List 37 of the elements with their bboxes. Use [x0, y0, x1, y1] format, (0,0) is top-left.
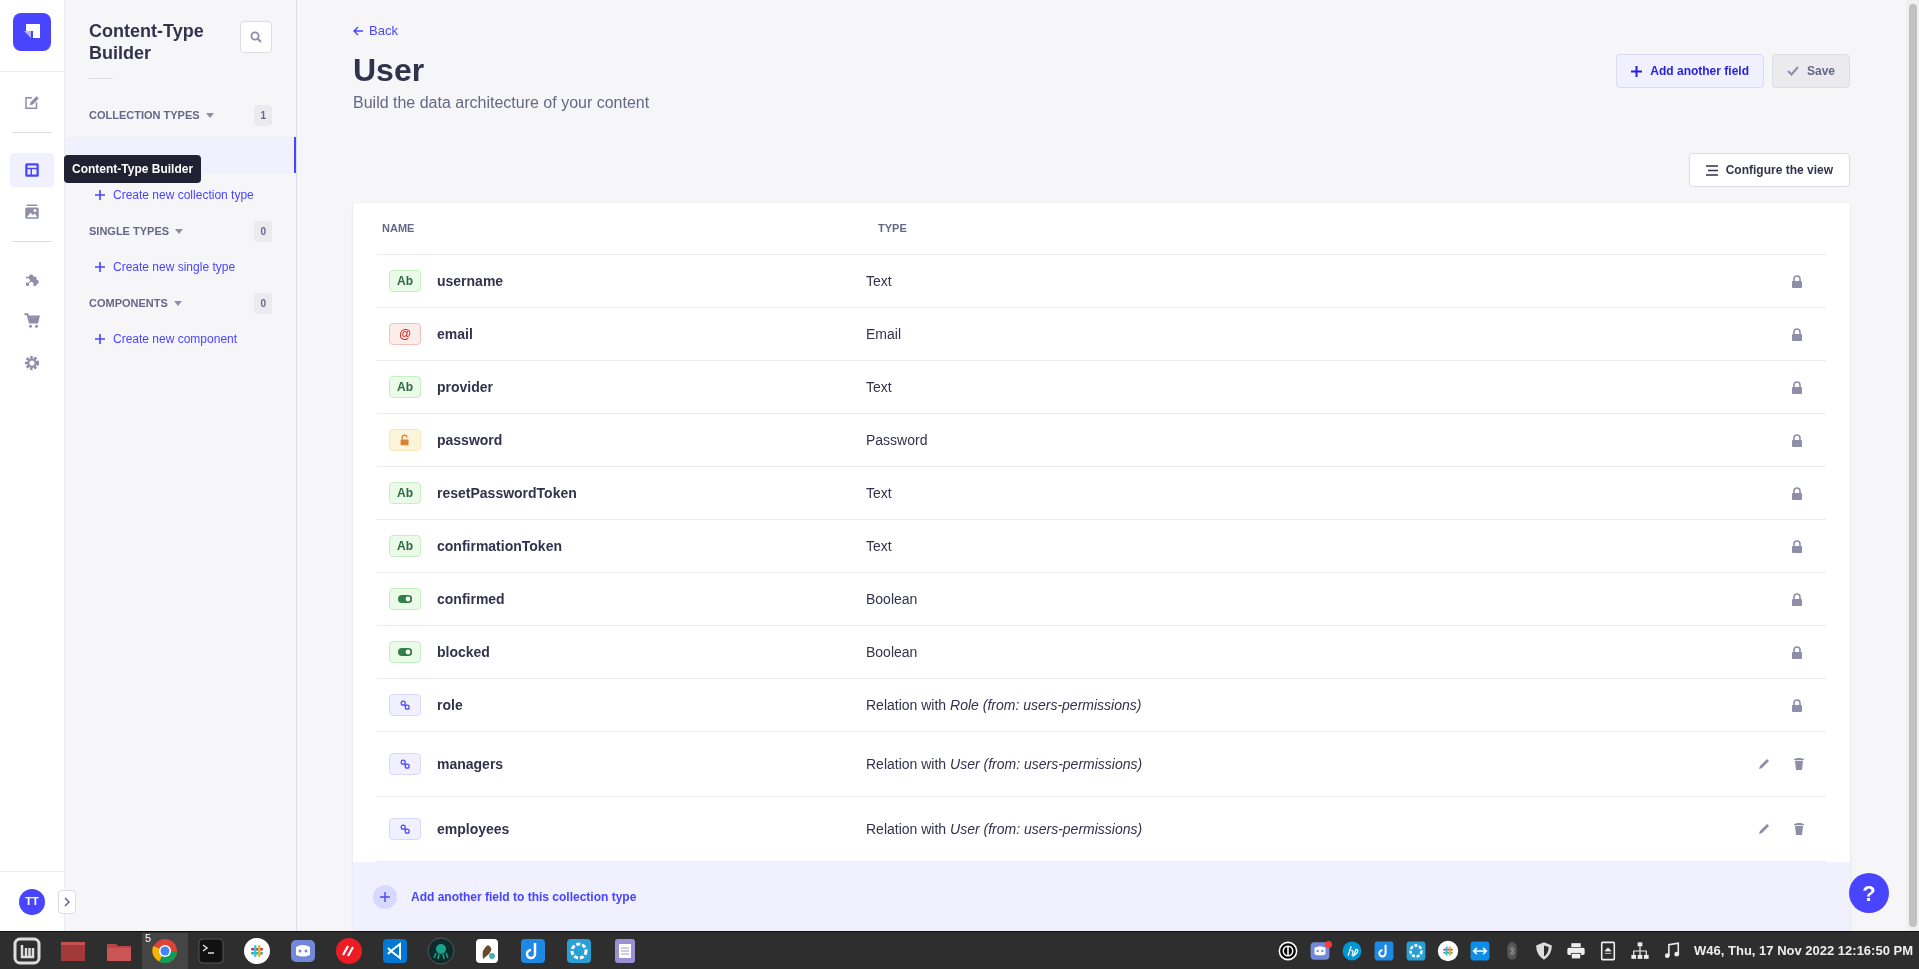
field-name: employees [437, 820, 510, 837]
field-name: username [437, 272, 504, 289]
field-type: Email [866, 324, 902, 344]
field-type: Text [866, 483, 893, 503]
field-name: resetPasswordToken [437, 484, 577, 501]
field-type: Boolean [866, 642, 919, 662]
field-name: password [437, 431, 503, 448]
field-type: Relation with User (from: users-permissions) [866, 819, 1144, 839]
field-type: Text [866, 377, 893, 397]
field-name: email [437, 325, 473, 342]
count-badge: 0 [254, 220, 272, 242]
field-type: Relation with User (from: users-permissions) [866, 754, 1144, 774]
count-badge: 0 [254, 292, 272, 314]
field-name: provider [437, 378, 493, 395]
field-name: managers [437, 755, 504, 772]
field-name: blocked [437, 643, 490, 660]
count-label: 5 [145, 932, 152, 944]
field-type-badge: Ab [389, 376, 421, 398]
field-type: Relation with Role (from: users-permissions) [866, 695, 1143, 715]
column-header: TYPE [878, 221, 907, 237]
field-name: role [437, 696, 463, 713]
count-badge: 1 [254, 104, 272, 126]
field-type-badge: Ab [389, 482, 421, 504]
field-type: Password [866, 430, 929, 450]
field-type-badge: Ab [389, 535, 421, 557]
field-name: confirmationToken [437, 537, 562, 554]
field-type: Text [866, 536, 893, 556]
sidebar-title: Content-Type Builder [89, 20, 205, 64]
field-name: confirmed [437, 590, 505, 607]
field-type-badge: Ab [389, 270, 421, 292]
tooltip: Content-Type Builder [64, 155, 202, 183]
field-type: Text [866, 271, 893, 291]
field-type: Boolean [866, 589, 919, 609]
column-header: NAME [381, 221, 416, 237]
page-subtitle: Build the data architecture of your content [353, 93, 650, 113]
field-type-badge: @ [389, 323, 421, 345]
page-title: User [353, 51, 426, 90]
